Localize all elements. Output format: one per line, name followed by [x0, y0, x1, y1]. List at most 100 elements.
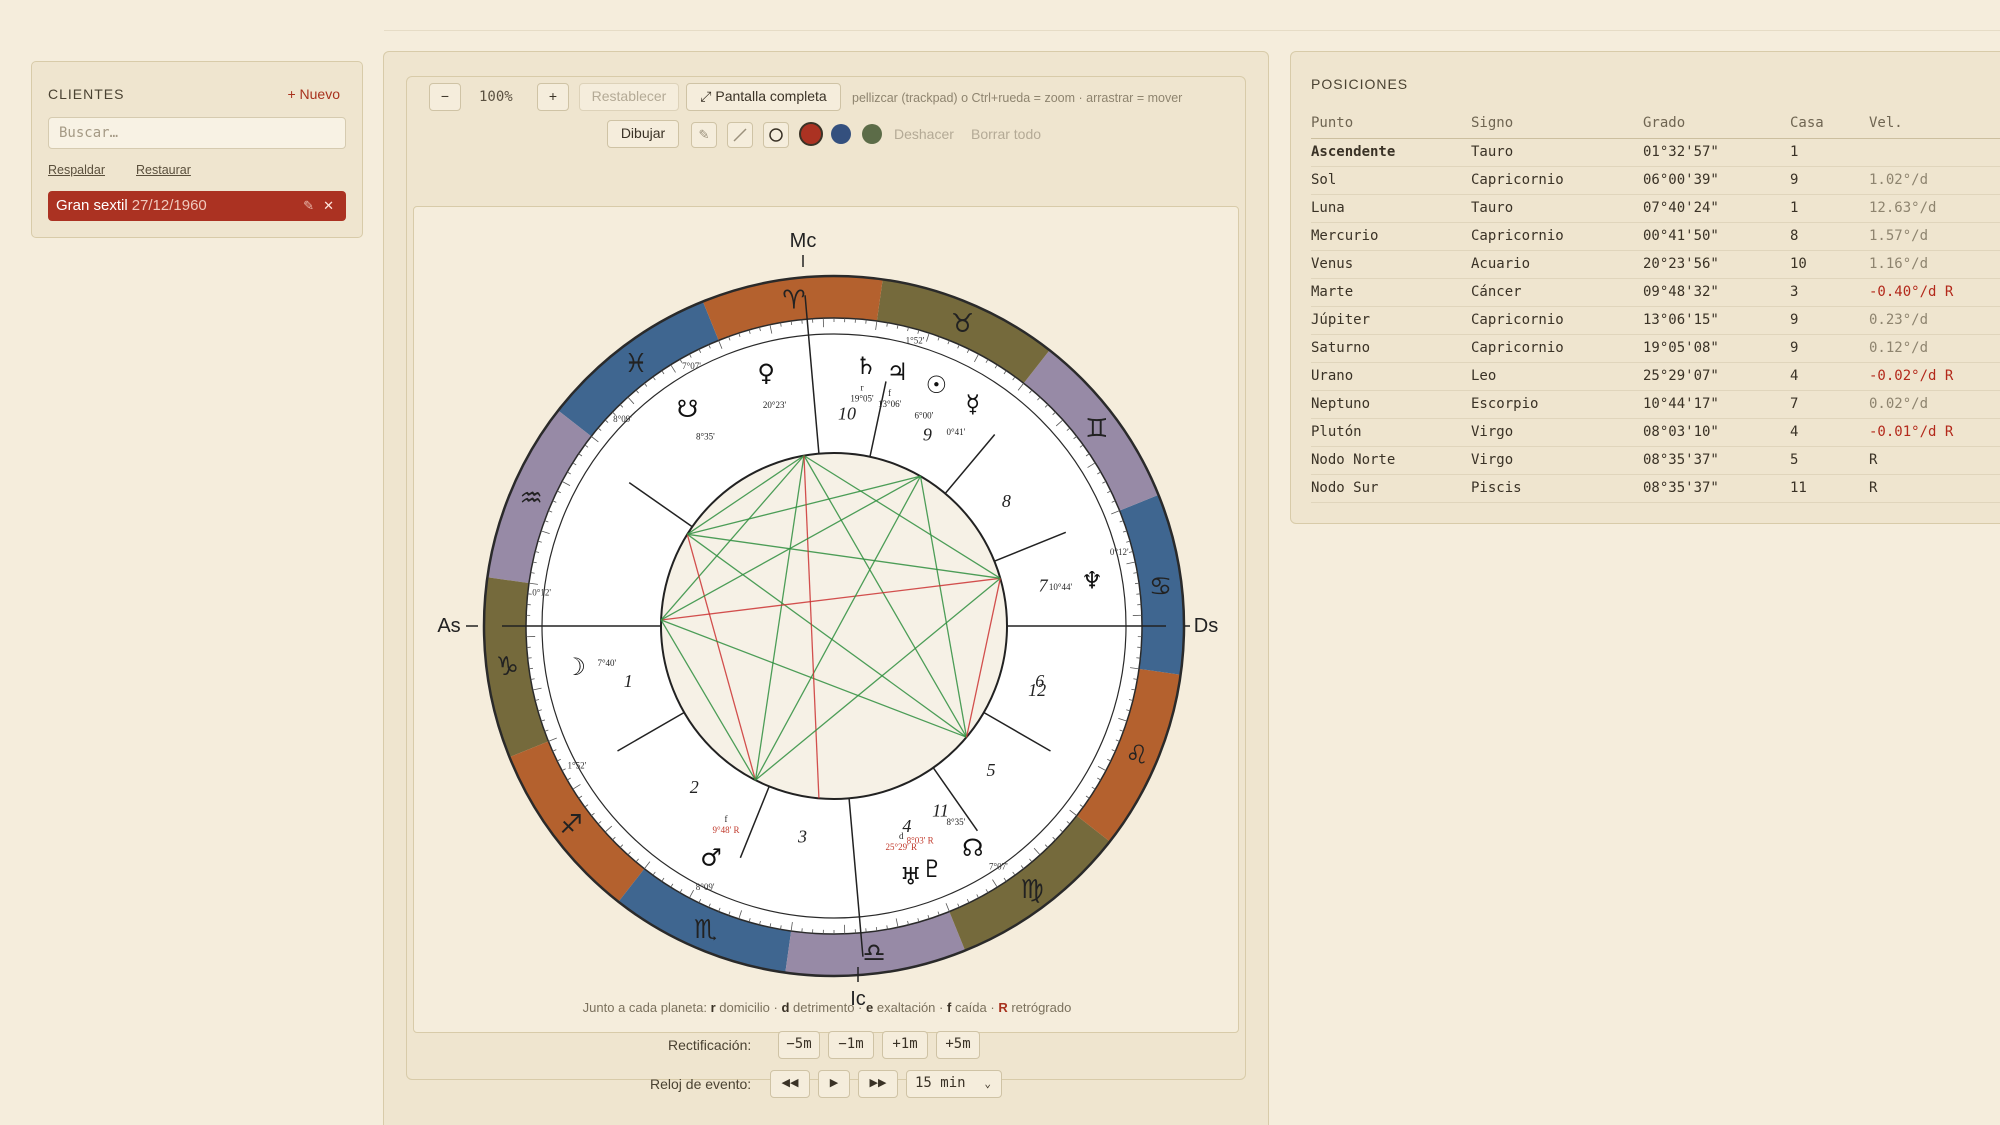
- planet-glyph[interactable]: ♅: [900, 863, 922, 891]
- cell-velocity: 1.02°/d: [1869, 166, 2000, 195]
- reset-view-button[interactable]: Restablecer: [579, 83, 679, 111]
- step-select[interactable]: 15 min ⌄: [906, 1070, 1002, 1098]
- rewind-button[interactable]: ◀◀: [770, 1070, 810, 1098]
- sign-glyph: ♏: [694, 915, 717, 945]
- cell-point: Nodo Norte: [1311, 446, 1471, 475]
- rect-plus-5m-button[interactable]: +5m: [936, 1031, 980, 1059]
- planet-glyph[interactable]: ♄: [855, 352, 877, 380]
- sign-glyph: ♍: [1020, 875, 1043, 905]
- house-number: 9: [923, 425, 932, 445]
- planet-glyph[interactable]: ☽: [564, 653, 586, 681]
- rect-minus-1m-button[interactable]: −1m: [828, 1031, 874, 1059]
- cell-sign: Tauro: [1471, 138, 1643, 167]
- cell-sign: Capricornio: [1471, 222, 1643, 251]
- cell-velocity: 0.12°/d: [1869, 334, 2000, 363]
- legend-r: r: [710, 1000, 716, 1015]
- legend-d-text: detrimento ·: [793, 1000, 863, 1015]
- house-number: 4: [902, 816, 911, 836]
- cell-degree: 08°35'37": [1643, 446, 1790, 475]
- new-client-button[interactable]: + Nuevo: [287, 86, 340, 102]
- cell-point: Venus: [1311, 250, 1471, 279]
- cell-house: 3: [1790, 278, 1869, 307]
- legend-prefix: Junto a cada planeta:: [582, 1000, 707, 1015]
- cell-degree: 08°03'10": [1643, 418, 1790, 447]
- zoom-in-button[interactable]: +: [537, 83, 569, 111]
- color-swatch-blue[interactable]: [831, 124, 851, 144]
- house-number: 8: [1002, 491, 1011, 511]
- circle-tool[interactable]: [763, 122, 789, 148]
- planet-glyph[interactable]: ♇: [921, 855, 943, 883]
- planet-dignity: d: [899, 831, 904, 841]
- table-row: Marte Cáncer 09°48'32" 3 -0.40°/d R: [1311, 278, 2000, 307]
- undo-button[interactable]: Deshacer: [894, 126, 954, 142]
- planet-glyph[interactable]: ♂: [700, 843, 722, 871]
- planet-degree: 13°06': [878, 399, 902, 409]
- cell-degree: 00°41'50": [1643, 222, 1790, 251]
- cell-point: Luna: [1311, 194, 1471, 223]
- cusp-degree-label: 1°52': [906, 335, 925, 345]
- cusp-degree-label: 8°09': [613, 414, 632, 424]
- line-tool[interactable]: [727, 122, 753, 148]
- backup-link[interactable]: Respaldar: [48, 163, 105, 177]
- restore-link[interactable]: Restaurar: [136, 163, 191, 177]
- circle-icon: [769, 128, 783, 142]
- edit-icon[interactable]: ✎: [303, 191, 314, 221]
- cell-velocity: 1.57°/d: [1869, 222, 2000, 251]
- cell-velocity: -0.01°/d R: [1869, 418, 2000, 447]
- planet-glyph[interactable]: ☊: [962, 834, 983, 862]
- planet-glyph[interactable]: ☋: [677, 395, 698, 423]
- cell-sign: Leo: [1471, 362, 1643, 391]
- cell-velocity: 0.02°/d: [1869, 390, 2000, 419]
- fullscreen-button[interactable]: ⤢ Pantalla completa: [686, 83, 841, 111]
- cell-house: 1: [1790, 138, 1869, 167]
- cell-point: Ascendente: [1311, 138, 1471, 167]
- planet-degree: 8°35': [947, 817, 966, 827]
- cell-velocity: 12.63°/d: [1869, 194, 2000, 223]
- positions-panel: POSICIONES Punto Signo Grado Casa Vel. A…: [1290, 51, 2000, 524]
- col-point: Punto: [1311, 108, 1471, 139]
- legend-e: e: [866, 1000, 874, 1015]
- cusp-degree-label: 1°52': [567, 761, 586, 771]
- planet-glyph[interactable]: ☉: [926, 371, 948, 399]
- cell-sign: Piscis: [1471, 474, 1643, 503]
- cell-point: Plutón: [1311, 418, 1471, 447]
- sign-glyph: ♌: [1125, 741, 1148, 771]
- sign-glyph: ♑: [496, 652, 519, 682]
- client-name: Gran sextil: [56, 197, 128, 214]
- house-number: 10: [838, 403, 856, 423]
- forward-button[interactable]: ▶▶: [858, 1070, 898, 1098]
- house-number: 7: [1039, 575, 1049, 595]
- client-search-input[interactable]: [48, 117, 346, 149]
- natal-chart-wheel[interactable]: ♓♒♑♐♏♎♍♌♋♊♉♈10987654321 12118°09'1°52'0°1…: [414, 207, 1239, 1033]
- chart-canvas[interactable]: ♓ ♒ ♑ ♐ ♏ ♎ ♍ ♌ ♋ ♊ ♉ ♈ 10 9 8 7 6 5 4 3 2 1 12 11 8°09' 1°52' 0°1…: [413, 206, 1239, 1033]
- cell-velocity: [1869, 138, 2000, 167]
- chart-workspace: − 100% + Restablecer ⤢ Pantalla completa…: [406, 76, 1246, 1080]
- pencil-tool[interactable]: ✎: [691, 122, 717, 148]
- chart-panel: − 100% + Restablecer ⤢ Pantalla completa…: [383, 51, 1269, 1125]
- cell-house: 7: [1790, 390, 1869, 419]
- draw-button[interactable]: Dibujar: [607, 120, 679, 148]
- event-clock-label: Reloj de evento:: [650, 1076, 752, 1092]
- color-swatch-green[interactable]: [862, 124, 882, 144]
- step-value: 15 min: [915, 1075, 966, 1091]
- planet-glyph[interactable]: ♃: [887, 358, 909, 386]
- planet-glyph[interactable]: ♀: [757, 359, 775, 387]
- planet-glyph[interactable]: ♆: [1081, 567, 1103, 595]
- col-degree: Grado: [1643, 108, 1790, 139]
- play-button[interactable]: ▶: [818, 1070, 850, 1098]
- cell-sign: Virgo: [1471, 446, 1643, 475]
- table-row: Sol Capricornio 06°00'39" 9 1.02°/d: [1311, 166, 2000, 195]
- planet-degree: 9°48' R: [713, 825, 740, 835]
- degree-tick: [875, 926, 878, 932]
- cell-degree: 08°35'37": [1643, 474, 1790, 503]
- close-icon[interactable]: ✕: [323, 191, 334, 221]
- planet-degree: 7°40': [597, 658, 616, 668]
- clear-all-button[interactable]: Borrar todo: [971, 126, 1041, 142]
- zoom-out-button[interactable]: −: [429, 83, 461, 111]
- color-swatch-red[interactable]: [799, 122, 823, 146]
- client-item[interactable]: Gran sextil 27/12/1960 ✎ ✕: [48, 191, 346, 221]
- rect-plus-1m-button[interactable]: +1m: [882, 1031, 928, 1059]
- planet-glyph[interactable]: ☿: [965, 390, 980, 418]
- rect-minus-5m-button[interactable]: −5m: [778, 1031, 820, 1059]
- table-row: Ascendente Tauro 01°32'57" 1: [1311, 138, 2000, 167]
